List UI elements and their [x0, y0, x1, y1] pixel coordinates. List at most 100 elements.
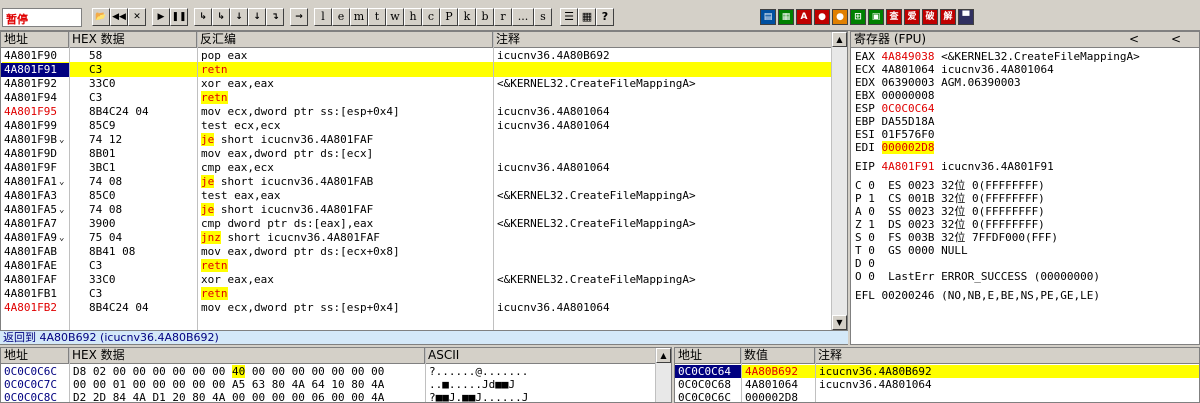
register-line[interactable]: EDI 000002D8	[855, 141, 935, 154]
plugin-icon[interactable]: ●	[832, 9, 848, 25]
row-address[interactable]: 4A801FA7	[4, 217, 68, 231]
disasm-row[interactable]: 4A801F90 58 pop eax icucnv36.4A80B692	[1, 49, 833, 63]
col-header-address[interactable]: 地址	[1, 32, 69, 48]
row-address[interactable]: 4A801FAB	[4, 245, 68, 259]
register-line[interactable]: C 0 ES 0023 32位 0(FFFFFFFF)	[855, 179, 1045, 192]
disasm-row[interactable]: 4A801FB1 C3 retn	[1, 287, 833, 301]
register-line[interactable]: D 0	[855, 257, 875, 270]
toolbar-letter-button[interactable]: t	[368, 8, 386, 26]
stack-address[interactable]: 0C0C0C64	[675, 365, 741, 378]
register-value[interactable]: 00000008	[882, 89, 935, 102]
reg-nav-right-button[interactable]: <	[1171, 32, 1181, 47]
dump-header-ascii[interactable]: ASCII	[425, 348, 657, 364]
col-header-disasm[interactable]: 反汇编	[197, 32, 493, 48]
toolbar-button[interactable]: 📂	[92, 8, 110, 26]
register-value[interactable]: 06390003	[882, 76, 935, 89]
row-address[interactable]: 4A801FA3	[4, 189, 68, 203]
dump-row[interactable]: 0C0C0C8C D2 2D 84 4A D1 20 80 4A 00 00 00…	[1, 391, 657, 402]
register-line[interactable]: S 0 FS 003B 32位 7FFDF000(FFF)	[855, 231, 1058, 244]
dump-scroll-up-button[interactable]: ▲	[656, 348, 671, 363]
toolbar-letter-button[interactable]: ...	[512, 8, 534, 26]
toolbar-button[interactable]: ↳	[212, 8, 230, 26]
stack-header-comment[interactable]: 注释	[815, 348, 1199, 364]
stack-header-address[interactable]: 地址	[675, 348, 741, 364]
register-line[interactable]: EFL 00200246 (NO,NB,E,BE,NS,PE,GE,LE)	[855, 289, 1100, 302]
register-value[interactable]: 4A801F91	[882, 160, 935, 173]
toolbar-letter-button[interactable]: e	[332, 8, 350, 26]
register-line[interactable]: ESI 01F576F0	[855, 128, 934, 141]
row-address[interactable]: 4A801FAF	[4, 273, 68, 287]
disasm-row[interactable]: 4A801F99 85C9 test ecx,ecx icucnv36.4A80106…	[1, 119, 833, 133]
disasm-row[interactable]: 4A801F9D 8B01 mov eax,dword ptr ds:[ecx]	[1, 147, 833, 161]
dump-row[interactable]: 0C0C0C6C D8 02 00 00 00 00 00 00 40 00 00…	[1, 365, 657, 378]
toolbar-button[interactable]: ▶	[152, 8, 170, 26]
register-line[interactable]: EBP DA55D18A	[855, 115, 934, 128]
disasm-scrollbar[interactable]: ▲ ▼	[831, 32, 847, 330]
row-address[interactable]: 4A801F92	[4, 77, 68, 91]
register-line[interactable]: Z 1 DS 0023 32位 0(FFFFFFFF)	[855, 218, 1045, 231]
memory-dump-pane[interactable]: 地址 HEX 数据 ASCII 0C0C0C6C D8 02 00 00 00 0…	[0, 347, 672, 403]
plugin-icon[interactable]: 解	[940, 9, 956, 25]
dump-row[interactable]: 0C0C0C7C 00 00 01 00 00 00 00 00 A5 63 80…	[1, 378, 657, 391]
disasm-row[interactable]: 4A801FAB 8B41 08 mov eax,dword ptr ds:[ecx…	[1, 245, 833, 259]
register-line[interactable]: ECX 4A801064 icucnv36.4A801064	[855, 63, 1054, 76]
registers-pane[interactable]: 寄存器 (FPU) < < EAX 4A849038 <&KERNEL32.Cr…	[850, 31, 1200, 345]
toolbar-letter-button[interactable]: w	[386, 8, 404, 26]
register-line[interactable]: A 0 SS 0023 32位 0(FFFFFFFF)	[855, 205, 1045, 218]
register-value[interactable]: 000002D8	[881, 141, 935, 154]
toolbar-button[interactable]: ❚❚	[170, 8, 188, 26]
disasm-row[interactable]: 4A801F92 33C0 xor eax,eax <&KERNEL32.Create…	[1, 77, 833, 91]
disasm-row[interactable]: 4A801FA7 3900 cmp dword ptr ds:[eax],eax <&…	[1, 217, 833, 231]
plugin-icon[interactable]: 查	[886, 9, 902, 25]
stack-address[interactable]: 0C0C0C68	[675, 378, 741, 391]
row-address[interactable]: 4A801FB2	[4, 301, 68, 315]
register-value[interactable]: 01F576F0	[882, 128, 935, 141]
toolbar-button[interactable]: ↓	[230, 8, 248, 26]
toolbar-button[interactable]: ☰	[560, 8, 578, 26]
toolbar-button[interactable]: ↓	[248, 8, 266, 26]
register-line[interactable]: ESP 0C0C0C64	[855, 102, 934, 115]
stack-row[interactable]: 0C0C0C64 4A80B692 icucnv36.4A80B692	[675, 365, 1199, 378]
toolbar-button[interactable]: ✕	[128, 8, 146, 26]
toolbar-letter-button[interactable]: r	[494, 8, 512, 26]
row-address[interactable]: 4A801F90	[4, 49, 68, 63]
register-line[interactable]: EDX 06390003 AGM.06390003	[855, 76, 1021, 89]
plugin-icon[interactable]: ▣	[868, 9, 884, 25]
toolbar-letter-button[interactable]: b	[476, 8, 494, 26]
disasm-row[interactable]: 4A801F9B ⌄ 74 12 je short icucnv36.4A801FAF	[1, 133, 833, 147]
disasm-row[interactable]: 4A801FB2 8B4C24 04 mov ecx,dword ptr ss:[e…	[1, 301, 833, 315]
stack-pane[interactable]: 地址 数值 注释 0C0C0C64 4A80B692 icucnv36.4A80B6…	[674, 347, 1200, 403]
disasm-row[interactable]: 4A801F91 C3 retn	[1, 63, 833, 77]
scroll-up-button[interactable]: ▲	[832, 32, 847, 47]
disasm-row[interactable]: 4A801FA9 ⌄ 75 04 jnz short icucnv36.4A801FA…	[1, 231, 833, 245]
toolbar-button[interactable]: ↳	[194, 8, 212, 26]
stack-row[interactable]: 0C0C0C6C 000002D8	[675, 391, 1199, 402]
row-address[interactable]: 4A801F91	[1, 63, 69, 77]
register-line[interactable]: EBX 00000008	[855, 89, 934, 102]
toolbar-letter-button[interactable]: l	[314, 8, 332, 26]
disasm-row[interactable]: 4A801FA5 ⌄ 74 08 je short icucnv36.4A801FAF	[1, 203, 833, 217]
plugin-icon[interactable]: ⊞	[850, 9, 866, 25]
disasm-row[interactable]: 4A801F94 C3 retn	[1, 91, 833, 105]
disasm-row[interactable]: 4A801F9F 3BC1 cmp eax,ecx icucnv36.4A801064	[1, 161, 833, 175]
row-address[interactable]: 4A801F9D	[4, 147, 68, 161]
dump-scrollbar[interactable]: ▲	[655, 348, 671, 402]
toolbar-button[interactable]: ?	[596, 8, 614, 26]
row-address[interactable]: 4A801FB1	[4, 287, 68, 301]
dump-address[interactable]: 0C0C0C6C	[4, 365, 57, 378]
row-address[interactable]: 4A801F99	[4, 119, 68, 133]
scroll-down-button[interactable]: ▼	[832, 315, 847, 330]
register-value[interactable]: 4A849038	[882, 50, 935, 63]
stack-header-value[interactable]: 数值	[741, 348, 815, 364]
col-header-comment[interactable]: 注释	[493, 32, 833, 48]
toolbar-button[interactable]: →	[290, 8, 308, 26]
row-address[interactable]: 4A801F94	[4, 91, 68, 105]
toolbar-letter-button[interactable]: s	[534, 8, 552, 26]
toolbar-letter-button[interactable]: h	[404, 8, 422, 26]
plugin-icon[interactable]: ▦	[778, 9, 794, 25]
plugin-icon[interactable]: 破	[922, 9, 938, 25]
toolbar-button[interactable]: ◀◀	[110, 8, 128, 26]
toolbar-letter-button[interactable]: P	[440, 8, 458, 26]
dump-header-address[interactable]: 地址	[1, 348, 69, 364]
disasm-row[interactable]: 4A801F95 8B4C24 04 mov ecx,dword ptr ss:[e…	[1, 105, 833, 119]
